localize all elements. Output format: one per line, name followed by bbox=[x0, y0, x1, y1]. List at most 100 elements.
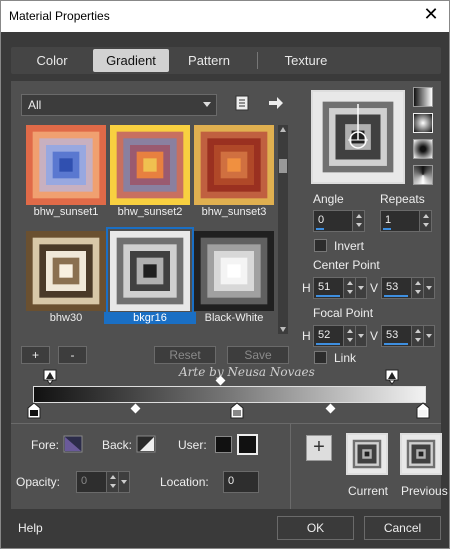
tab-divider bbox=[257, 52, 258, 69]
tab-pattern[interactable]: Pattern bbox=[175, 49, 243, 72]
chevron-down-icon[interactable] bbox=[118, 472, 129, 492]
opacity-stop-right-icon[interactable] bbox=[385, 369, 399, 385]
gradient-ring bbox=[364, 451, 370, 457]
gradient-ring bbox=[62, 267, 70, 275]
window-title: Material Properties bbox=[9, 9, 110, 23]
previous-swatch[interactable] bbox=[400, 433, 442, 475]
gradient-label: bhw_sunset2 bbox=[117, 206, 183, 218]
center-v-slider-bar bbox=[384, 295, 408, 297]
gradient-list-scrollbar[interactable] bbox=[278, 125, 288, 334]
gradient-category-select[interactable]: All bbox=[21, 94, 217, 116]
angle-slider-bar bbox=[316, 228, 324, 230]
opacity-value: 0 bbox=[81, 475, 88, 487]
color-stop-right-icon[interactable] bbox=[416, 402, 430, 419]
location-input[interactable]: 0 bbox=[223, 471, 259, 493]
link-label: Link bbox=[334, 351, 357, 365]
focal-h-stepper[interactable] bbox=[343, 326, 355, 346]
repeats-input[interactable]: 1 bbox=[380, 210, 432, 232]
close-icon[interactable]: ✕ bbox=[419, 4, 443, 25]
gradient-label: bhw30 bbox=[49, 312, 83, 324]
previous-label: Previous bbox=[401, 484, 448, 498]
material-properties-dialog: Material Properties ✕ Color Gradient Pat… bbox=[0, 0, 450, 549]
add-swatch-button[interactable]: + bbox=[306, 435, 332, 461]
gradient-item-bhw30[interactable]: bhw30 bbox=[26, 231, 106, 324]
focal-v-value: 53 bbox=[386, 329, 399, 341]
previous-swatch-image bbox=[402, 435, 440, 473]
cancel-button[interactable]: Cancel bbox=[364, 516, 441, 540]
linear-style-button[interactable] bbox=[413, 87, 433, 107]
remove-gradient-button[interactable]: - bbox=[58, 346, 87, 364]
fore-label: Fore: bbox=[31, 438, 60, 452]
invert-checkbox[interactable] bbox=[314, 239, 327, 252]
fore-swatch[interactable] bbox=[63, 435, 83, 453]
radial-style-button[interactable] bbox=[413, 139, 433, 159]
gradient-thumbnail bbox=[26, 231, 106, 311]
watermark-text: Arte by Neusa Novaes bbox=[179, 365, 315, 379]
gradient-label: Black-White bbox=[204, 312, 264, 324]
tab-color[interactable]: Color bbox=[17, 49, 87, 72]
gradient-item-bhw-sunset3[interactable]: bhw_sunset3 bbox=[194, 125, 274, 218]
gradient-thumbnail bbox=[26, 125, 106, 205]
tab-texture[interactable]: Texture bbox=[271, 49, 341, 72]
angle-value: 0 bbox=[318, 214, 325, 226]
center-v-stepper[interactable] bbox=[411, 278, 423, 298]
current-swatch[interactable] bbox=[346, 433, 388, 475]
chevron-down-icon[interactable] bbox=[355, 326, 366, 346]
gradient-item-bkgr16[interactable]: bkgr16 bbox=[104, 227, 196, 324]
color-stop-middle-icon[interactable] bbox=[230, 402, 244, 419]
center-v-input[interactable]: 53 bbox=[381, 277, 435, 299]
arrow-right-icon[interactable] bbox=[267, 96, 285, 110]
gradient-item-bhw-sunset1[interactable]: bhw_sunset1 bbox=[26, 125, 106, 218]
angle-input[interactable]: 0 bbox=[313, 210, 365, 232]
center-h-input[interactable]: 51 bbox=[313, 277, 367, 299]
gradient-thumbnail bbox=[110, 125, 190, 205]
focal-h-label: H bbox=[302, 329, 311, 343]
tab-gradient[interactable]: Gradient bbox=[93, 49, 169, 72]
link-checkbox[interactable] bbox=[314, 351, 327, 364]
chevron-down-icon[interactable] bbox=[355, 278, 366, 298]
angle-stepper[interactable] bbox=[352, 211, 364, 231]
gradient-ring bbox=[230, 161, 238, 169]
focal-h-value: 52 bbox=[318, 329, 331, 341]
gradient-ring bbox=[146, 161, 154, 169]
save-gradient-button[interactable]: Save bbox=[227, 346, 289, 364]
gradient-preview[interactable] bbox=[311, 90, 405, 184]
opacity-stop-left-icon[interactable] bbox=[43, 369, 57, 385]
chevron-down-icon[interactable] bbox=[423, 278, 434, 298]
ok-button[interactable]: OK bbox=[277, 516, 354, 540]
gradient-item-bhw-sunset2[interactable]: bhw_sunset2 bbox=[110, 125, 190, 218]
gradient-label: bhw_sunset1 bbox=[33, 206, 99, 218]
opacity-input[interactable]: 0 bbox=[76, 471, 130, 493]
help-button[interactable]: Help bbox=[18, 521, 43, 535]
opacity-stepper[interactable] bbox=[106, 472, 118, 492]
open-folder-icon[interactable] bbox=[234, 94, 250, 112]
scroll-down-icon[interactable] bbox=[280, 327, 286, 332]
back-swatch[interactable] bbox=[136, 435, 156, 453]
angle-label: Angle bbox=[313, 192, 344, 206]
user-swatch-white[interactable] bbox=[237, 434, 258, 455]
location-value: 0 bbox=[228, 475, 235, 487]
current-swatch-image bbox=[348, 435, 386, 473]
rectangular-style-button[interactable] bbox=[413, 113, 433, 133]
center-h-stepper[interactable] bbox=[343, 278, 355, 298]
chevron-down-icon[interactable] bbox=[423, 326, 434, 346]
color-stop-left-icon[interactable] bbox=[27, 402, 41, 419]
gradient-label: bhw_sunset3 bbox=[201, 206, 267, 218]
add-gradient-button[interactable]: + bbox=[21, 346, 50, 364]
scroll-thumb[interactable] bbox=[279, 159, 287, 173]
reset-button[interactable]: Reset bbox=[154, 346, 216, 364]
repeats-label: Repeats bbox=[380, 192, 425, 206]
focal-v-input[interactable]: 53 bbox=[381, 325, 435, 347]
user-swatch-black[interactable] bbox=[215, 436, 232, 453]
scroll-up-icon[interactable] bbox=[280, 127, 286, 132]
location-label: Location: bbox=[160, 475, 209, 489]
gradient-item-black-white[interactable]: Black-White bbox=[194, 231, 274, 324]
title-bar: Material Properties ✕ bbox=[1, 1, 449, 32]
gradient-editor-bar[interactable] bbox=[33, 386, 426, 403]
focal-h-input[interactable]: 52 bbox=[313, 325, 367, 347]
gradient-ring bbox=[418, 451, 424, 457]
sunburst-style-button[interactable] bbox=[413, 165, 433, 185]
repeats-stepper[interactable] bbox=[419, 211, 431, 231]
divider bbox=[290, 424, 291, 509]
focal-v-stepper[interactable] bbox=[411, 326, 423, 346]
